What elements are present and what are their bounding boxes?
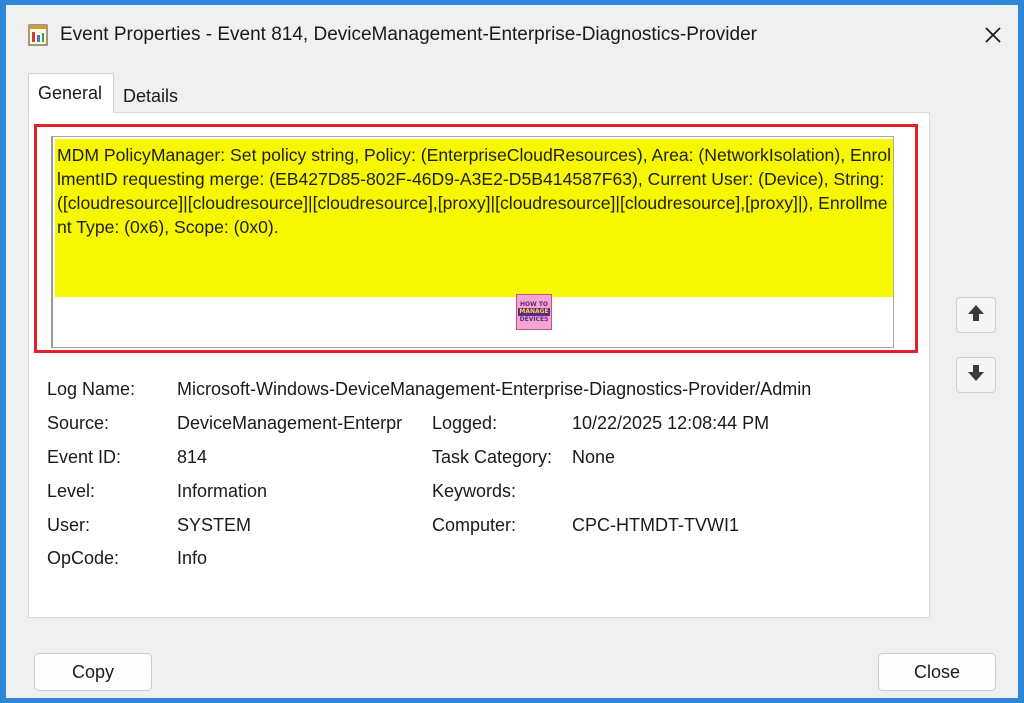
computer-label: Computer: (432, 515, 517, 535)
copy-button[interactable]: Copy (34, 653, 152, 691)
task-category-value: None (572, 447, 616, 467)
computer-value: CPC-HTMDT-TVWI1 (572, 515, 739, 535)
user-value: SYSTEM (177, 515, 252, 535)
event-id-value: 814 (177, 447, 208, 467)
arrow-down-icon (966, 363, 986, 388)
source-value: DeviceManagement-Enterpr (177, 413, 403, 433)
opcode-value: Info (177, 548, 208, 568)
close-button[interactable]: Close (878, 653, 996, 691)
window-title: Event Properties - Event 814, DeviceMana… (60, 24, 757, 45)
user-label: User: (47, 515, 91, 535)
logo-line-3: DEVICES (519, 316, 549, 323)
tab-general[interactable]: General (28, 73, 114, 113)
close-icon[interactable] (978, 20, 1008, 50)
logged-value: 10/22/2025 12:08:44 PM (572, 413, 770, 433)
opcode-label: OpCode: (47, 548, 120, 568)
event-description-text: MDM PolicyManager: Set policy string, Po… (57, 145, 892, 237)
previous-event-button[interactable] (956, 297, 996, 333)
event-id-label: Event ID: (47, 447, 122, 467)
next-event-button[interactable] (956, 357, 996, 393)
logo-line-2: MANAGE (518, 308, 550, 316)
keywords-label: Keywords: (432, 481, 517, 501)
log-name-label: Log Name: (47, 379, 136, 399)
level-label: Level: (47, 481, 96, 501)
logged-label: Logged: (432, 413, 498, 433)
event-description-box[interactable]: MDM PolicyManager: Set policy string, Po… (51, 136, 894, 348)
arrow-up-icon (966, 303, 986, 328)
logo-line-1: HOW TO (519, 301, 549, 308)
level-value: Information (177, 481, 268, 501)
task-category-label: Task Category: (432, 447, 553, 467)
source-label: Source: (47, 413, 110, 433)
tab-details[interactable]: Details (114, 79, 190, 113)
log-name-value: Microsoft-Windows-DeviceManagement-Enter… (177, 379, 812, 399)
title-bar: Event Properties - Event 814, DeviceMana… (6, 5, 1018, 61)
how-to-manage-devices-logo: HOW TO MANAGE DEVICES (516, 294, 552, 330)
event-properties-window: Event Properties - Event 814, DeviceMana… (6, 5, 1018, 698)
event-viewer-icon (28, 24, 48, 46)
